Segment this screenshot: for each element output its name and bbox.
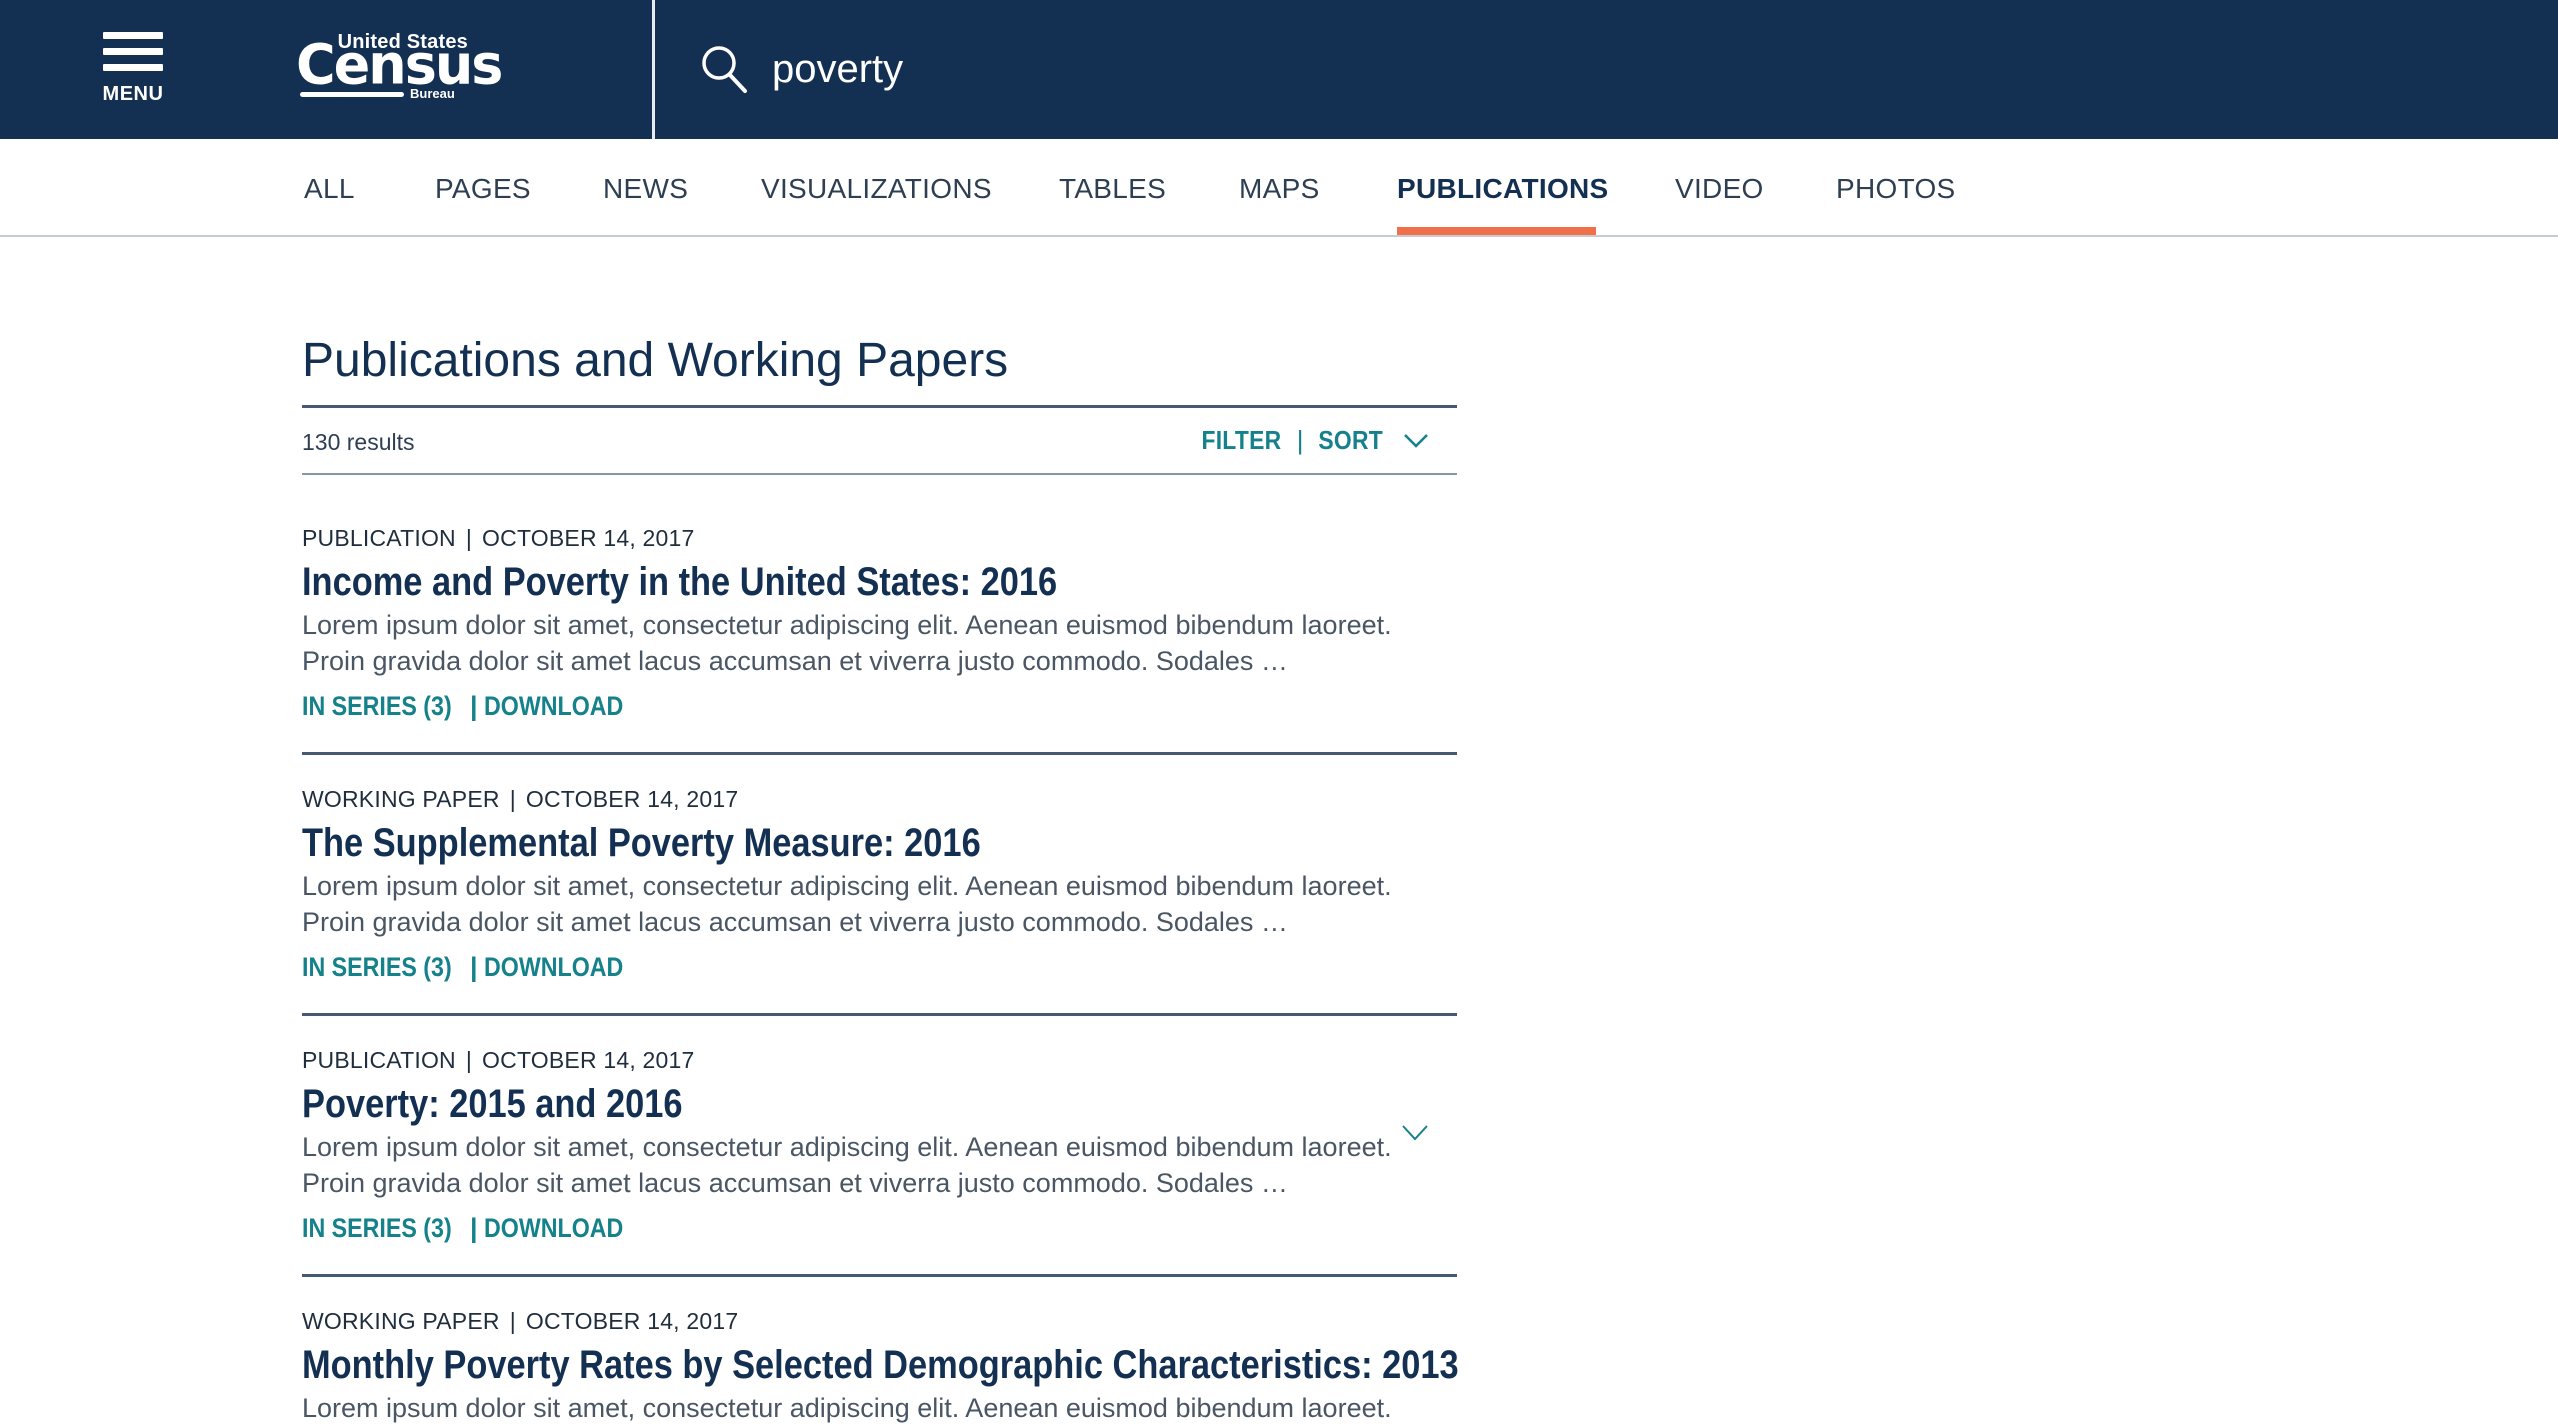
result-actions: IN SERIES (3) | DOWNLOAD: [302, 1213, 1457, 1244]
result-title-link[interactable]: Income and Poverty in the United States:…: [302, 559, 1295, 605]
tab-all[interactable]: ALL: [304, 173, 355, 205]
result-divider: [302, 1013, 1457, 1016]
menu-label: MENU: [102, 83, 164, 105]
description-line: Lorem ipsum dolor sit amet, consectetur …: [302, 610, 1392, 640]
search-icon[interactable]: [700, 44, 748, 94]
download-link[interactable]: DOWNLOAD: [484, 952, 623, 983]
hamburger-icon: [103, 32, 163, 39]
result-date: OCTOBER 14, 2017: [525, 786, 739, 812]
result-item: WORKING PAPER | OCTOBER 14, 2017 Monthly P…: [302, 1308, 1459, 1426]
result-item: WORKING PAPER | OCTOBER 14, 2017 The Suppl…: [302, 786, 1457, 983]
in-series-link[interactable]: IN SERIES (3): [302, 1213, 452, 1244]
result-description: Lorem ipsum dolor sit amet, consectetur …: [302, 607, 1457, 679]
meta-separator: |: [465, 525, 473, 551]
result-type-tabs: ALL PAGES NEWS VISUALIZATIONS TABLES MAP…: [0, 139, 2558, 237]
result-type: PUBLICATION: [302, 525, 456, 551]
result-type: PUBLICATION: [302, 1047, 456, 1073]
active-tab-indicator: [1397, 227, 1596, 235]
results-count: 130 results: [302, 429, 415, 455]
sort-button[interactable]: SORT: [1318, 425, 1383, 456]
result-meta: PUBLICATION | OCTOBER 14, 2017: [302, 1047, 1457, 1077]
tab-pages[interactable]: PAGES: [435, 173, 531, 205]
result-item: PUBLICATION | OCTOBER 14, 2017 Income and …: [302, 525, 1457, 722]
meta-separator: |: [509, 1308, 516, 1334]
tab-tables[interactable]: TABLES: [1059, 173, 1166, 205]
tab-news[interactable]: NEWS: [603, 173, 688, 205]
in-series-link[interactable]: IN SERIES (3): [302, 952, 452, 983]
results-toolbar: FILTER | SORT: [1196, 425, 1429, 456]
tab-maps[interactable]: MAPS: [1239, 173, 1320, 205]
result-description: Lorem ipsum dolor sit amet, consectetur …: [302, 1390, 1457, 1426]
result-divider: [302, 752, 1457, 755]
census-logo[interactable]: United States Census Bureau: [296, 30, 503, 104]
in-series-link[interactable]: IN SERIES (3): [302, 691, 452, 722]
actions-separator: |: [470, 691, 478, 721]
tab-photos[interactable]: PHOTOS: [1836, 173, 1956, 205]
result-description: Lorem ipsum dolor sit amet, consectetur …: [302, 1129, 1457, 1201]
title-divider: [302, 405, 1457, 408]
description-line: Lorem ipsum dolor sit amet, consectetur …: [302, 1393, 1392, 1423]
meta-separator: |: [509, 786, 516, 812]
result-type: WORKING PAPER: [302, 786, 500, 812]
tab-publications[interactable]: PUBLICATIONS: [1397, 173, 1609, 205]
tab-video[interactable]: VIDEO: [1675, 173, 1764, 205]
result-title-link[interactable]: The Supplemental Poverty Measure: 2016: [302, 820, 1295, 866]
header-divider: [652, 0, 655, 139]
result-type: WORKING PAPER: [302, 1308, 500, 1334]
hamburger-icon-bar: [103, 48, 163, 55]
result-date: OCTOBER 14, 2017: [482, 1047, 695, 1073]
result-item: PUBLICATION | OCTOBER 14, 2017 Poverty: 20…: [302, 1047, 1457, 1244]
result-meta: WORKING PAPER | OCTOBER 14, 2017: [302, 786, 1457, 816]
toolbar-separator: |: [1296, 425, 1304, 455]
menu-button[interactable]: MENU: [98, 30, 168, 108]
description-line: Proin gravida dolor sit amet lacus accum…: [302, 907, 1288, 937]
actions-separator: |: [470, 952, 478, 982]
result-meta: WORKING PAPER | OCTOBER 14, 2017: [302, 1308, 1457, 1338]
actions-separator: |: [470, 1213, 478, 1243]
logo-census: Census: [296, 32, 503, 97]
result-title-link[interactable]: Poverty: 2015 and 2016: [302, 1081, 1295, 1127]
hamburger-icon-bar: [103, 64, 163, 71]
filter-button[interactable]: FILTER: [1201, 425, 1281, 456]
result-title-link[interactable]: Monthly Poverty Rates by Selected Demogr…: [302, 1342, 1459, 1388]
download-link[interactable]: DOWNLOAD: [484, 691, 623, 722]
result-meta: PUBLICATION | OCTOBER 14, 2017: [302, 525, 1457, 555]
chevron-down-icon: [1402, 1125, 1428, 1141]
site-header: MENU United States Census Bureau: [0, 0, 2558, 139]
result-actions: IN SERIES (3) | DOWNLOAD: [302, 952, 1457, 983]
toolbar-divider: [302, 473, 1457, 475]
description-line: Proin gravida dolor sit amet lacus accum…: [302, 1168, 1288, 1198]
description-line: Lorem ipsum dolor sit amet, consectetur …: [302, 871, 1392, 901]
tab-visualizations[interactable]: VISUALIZATIONS: [761, 173, 992, 205]
chevron-down-icon[interactable]: [1403, 432, 1429, 450]
result-actions: IN SERIES (3) | DOWNLOAD: [302, 691, 1457, 722]
result-divider: [302, 1274, 1457, 1277]
description-line: Proin gravida dolor sit amet lacus accum…: [302, 646, 1288, 676]
description-line: Lorem ipsum dolor sit amet, consectetur …: [302, 1132, 1392, 1162]
download-link[interactable]: DOWNLOAD: [484, 1213, 623, 1244]
logo-underline: [300, 92, 404, 97]
meta-separator: |: [465, 1047, 473, 1073]
search-input[interactable]: [772, 38, 1772, 100]
result-description: Lorem ipsum dolor sit amet, consectetur …: [302, 868, 1457, 940]
result-date: OCTOBER 14, 2017: [525, 1308, 739, 1334]
logo-bureau: Bureau: [410, 86, 455, 101]
page-title: Publications and Working Papers: [302, 334, 1009, 387]
result-date: OCTOBER 14, 2017: [482, 525, 695, 551]
